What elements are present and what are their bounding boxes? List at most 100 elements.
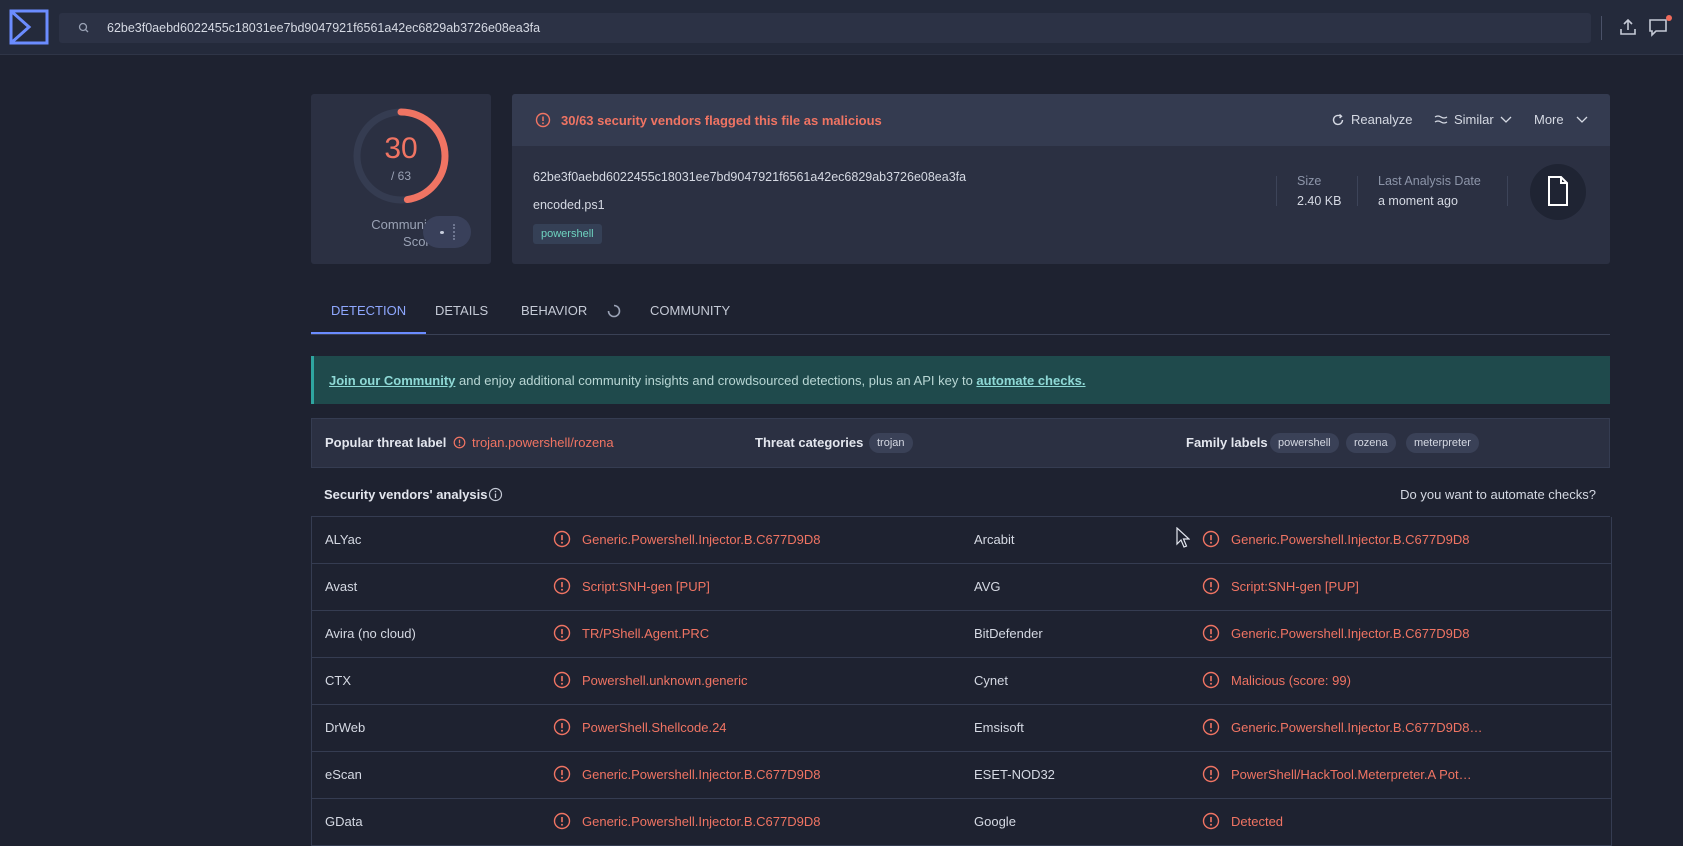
threat-categories-label: Threat categories <box>755 435 864 450</box>
upload-icon[interactable] <box>1618 17 1638 37</box>
last-analysis-value: a moment ago <box>1378 194 1458 208</box>
notification-dot <box>1666 15 1672 21</box>
vendor-result: Generic.Powershell.Injector.B.C677D9D8 <box>1231 626 1470 641</box>
vendor-name: GData <box>325 814 363 829</box>
threat-category-pill[interactable]: trojan <box>869 433 913 453</box>
topbar-divider <box>1601 16 1602 40</box>
vendor-name: Arcabit <box>974 532 1015 547</box>
alert-icon <box>1202 765 1220 783</box>
meta-divider <box>1276 176 1277 206</box>
file-name: encoded.ps1 <box>533 198 605 212</box>
meta-divider <box>1507 176 1508 206</box>
similar-icon <box>1434 114 1448 124</box>
more-button[interactable]: More <box>1534 112 1588 127</box>
vendor-result: PowerShell.Shellcode.24 <box>582 720 727 735</box>
family-label-pill[interactable]: meterpreter <box>1406 433 1479 453</box>
automate-checks-link[interactable]: automate checks. <box>976 373 1085 388</box>
alert-icon <box>1202 671 1220 689</box>
vendor-name: Cynet <box>974 673 1008 688</box>
vendor-result: Generic.Powershell.Injector.B.C677D9D8 <box>1231 532 1470 547</box>
tab-detection[interactable]: DETECTION <box>311 292 427 334</box>
file-type-tag[interactable]: powershell <box>533 224 602 244</box>
tab-details[interactable]: DETAILS <box>423 292 500 334</box>
alert-icon <box>453 436 466 449</box>
automate-checks-prompt[interactable]: Do you want to automate checks? <box>1400 487 1596 502</box>
vendor-name: BitDefender <box>974 626 1043 641</box>
reanalyze-label: Reanalyze <box>1351 112 1413 127</box>
join-community-link[interactable]: Join our Community <box>329 373 455 388</box>
vendor-result: PowerShell/HackTool.Meterpreter.A Pot… <box>1231 767 1472 782</box>
meta-divider <box>1357 176 1358 206</box>
alert-icon <box>553 812 571 830</box>
banner-middle-text: and enjoy additional community insights … <box>455 373 977 388</box>
alert-icon <box>1202 718 1220 736</box>
vendor-name: Avira (no cloud) <box>325 626 416 641</box>
search-bar[interactable] <box>59 13 1591 43</box>
alert-icon <box>1202 812 1220 830</box>
alert-icon <box>553 624 571 642</box>
file-type-badge <box>1530 164 1586 220</box>
alert-icon <box>553 671 571 689</box>
community-score-toggle[interactable] <box>423 216 471 248</box>
vendor-row: CTX Powershell.unknown.generic Cynet Malici… <box>312 658 1611 705</box>
vendor-name: AVG <box>974 579 1001 594</box>
vendors-title: Security vendors' analysis <box>324 487 488 502</box>
vendor-result: Generic.Powershell.Injector.B.C677D9D8 <box>582 814 821 829</box>
threat-summary-row: Popular threat label trojan.powershell/r… <box>311 418 1610 468</box>
popular-threat-text: trojan.powershell/rozena <box>472 435 614 450</box>
flag-bar: 30/63 security vendors flagged this file… <box>512 94 1610 146</box>
vendor-name: DrWeb <box>325 720 366 735</box>
tab-behavior[interactable]: BEHAVIOR <box>509 292 599 334</box>
vendor-result: Script:SNH-gen [PUP] <box>1231 579 1359 594</box>
top-bar <box>0 0 1683 55</box>
popular-threat-label: Popular threat label <box>325 435 447 450</box>
banner-text: Join our Community and enjoy additional … <box>329 373 1086 388</box>
community-banner: Join our Community and enjoy additional … <box>311 356 1610 404</box>
family-labels-label: Family labels <box>1186 435 1268 450</box>
alert-icon <box>553 765 571 783</box>
vendor-name: CTX <box>325 673 351 688</box>
similar-button[interactable]: Similar <box>1434 112 1512 127</box>
alert-icon <box>1202 624 1220 642</box>
search-icon <box>78 22 89 33</box>
analysis-tabs: DETECTION DETAILS BEHAVIOR COMMUNITY <box>311 292 1610 335</box>
popular-threat-value[interactable]: trojan.powershell/rozena <box>453 435 614 450</box>
virustotal-logo-icon[interactable] <box>9 9 49 45</box>
alert-icon <box>553 577 571 595</box>
search-input[interactable] <box>107 13 1507 43</box>
alert-icon <box>1202 577 1220 595</box>
info-icon[interactable] <box>488 487 503 502</box>
vendor-result: Generic.Powershell.Injector.B.C677D9D8 <box>582 532 821 547</box>
chevron-down-icon <box>1576 116 1588 123</box>
vendor-name: eScan <box>325 767 362 782</box>
vendor-result: Malicious (score: 99) <box>1231 673 1351 688</box>
more-label: More <box>1534 112 1564 127</box>
file-icon <box>1548 176 1568 206</box>
vendors-table: ALYac Generic.Powershell.Injector.B.C677D… <box>311 517 1612 846</box>
vendor-row: eScan Generic.Powershell.Injector.B.C677D… <box>312 752 1611 799</box>
similar-label: Similar <box>1454 112 1494 127</box>
size-value: 2.40 KB <box>1297 194 1342 208</box>
family-label-pill[interactable]: rozena <box>1346 433 1396 453</box>
vendor-result: Generic.Powershell.Injector.B.C677D9D8… <box>1231 720 1483 735</box>
file-hash[interactable]: 62be3f0aebd6022455c18031ee7bd9047921f656… <box>533 170 966 184</box>
family-label-pill[interactable]: powershell <box>1270 433 1339 453</box>
alert-icon <box>553 530 571 548</box>
file-summary-card: 30/63 security vendors flagged this file… <box>512 94 1610 264</box>
alert-icon <box>535 112 551 128</box>
vendor-row: DrWeb PowerShell.Shellcode.24 Emsisoft Gene… <box>312 705 1611 752</box>
vendor-row: Avira (no cloud) TR/PShell.Agent.PRC BitDe… <box>312 611 1611 658</box>
vendor-name: ESET-NOD32 <box>974 767 1055 782</box>
tab-community[interactable]: COMMUNITY <box>638 292 742 334</box>
vendors-header: Security vendors' analysis Do you want t… <box>311 476 1610 517</box>
vendor-result: TR/PShell.Agent.PRC <box>582 626 710 641</box>
vendor-result: Generic.Powershell.Injector.B.C677D9D8 <box>582 767 821 782</box>
vendor-name: Avast <box>325 579 358 594</box>
vendor-total: / 63 <box>390 169 411 183</box>
vendor-row: ALYac Generic.Powershell.Injector.B.C677D… <box>312 517 1611 564</box>
detection-count: 30 <box>384 132 418 165</box>
vendor-row: Avast Script:SNH-gen [PUP] AVG Script:SNH-g… <box>312 564 1611 611</box>
vendor-result: Powershell.unknown.generic <box>582 673 748 688</box>
vendor-name: ALYac <box>325 532 362 547</box>
reanalyze-button[interactable]: Reanalyze <box>1331 112 1412 127</box>
